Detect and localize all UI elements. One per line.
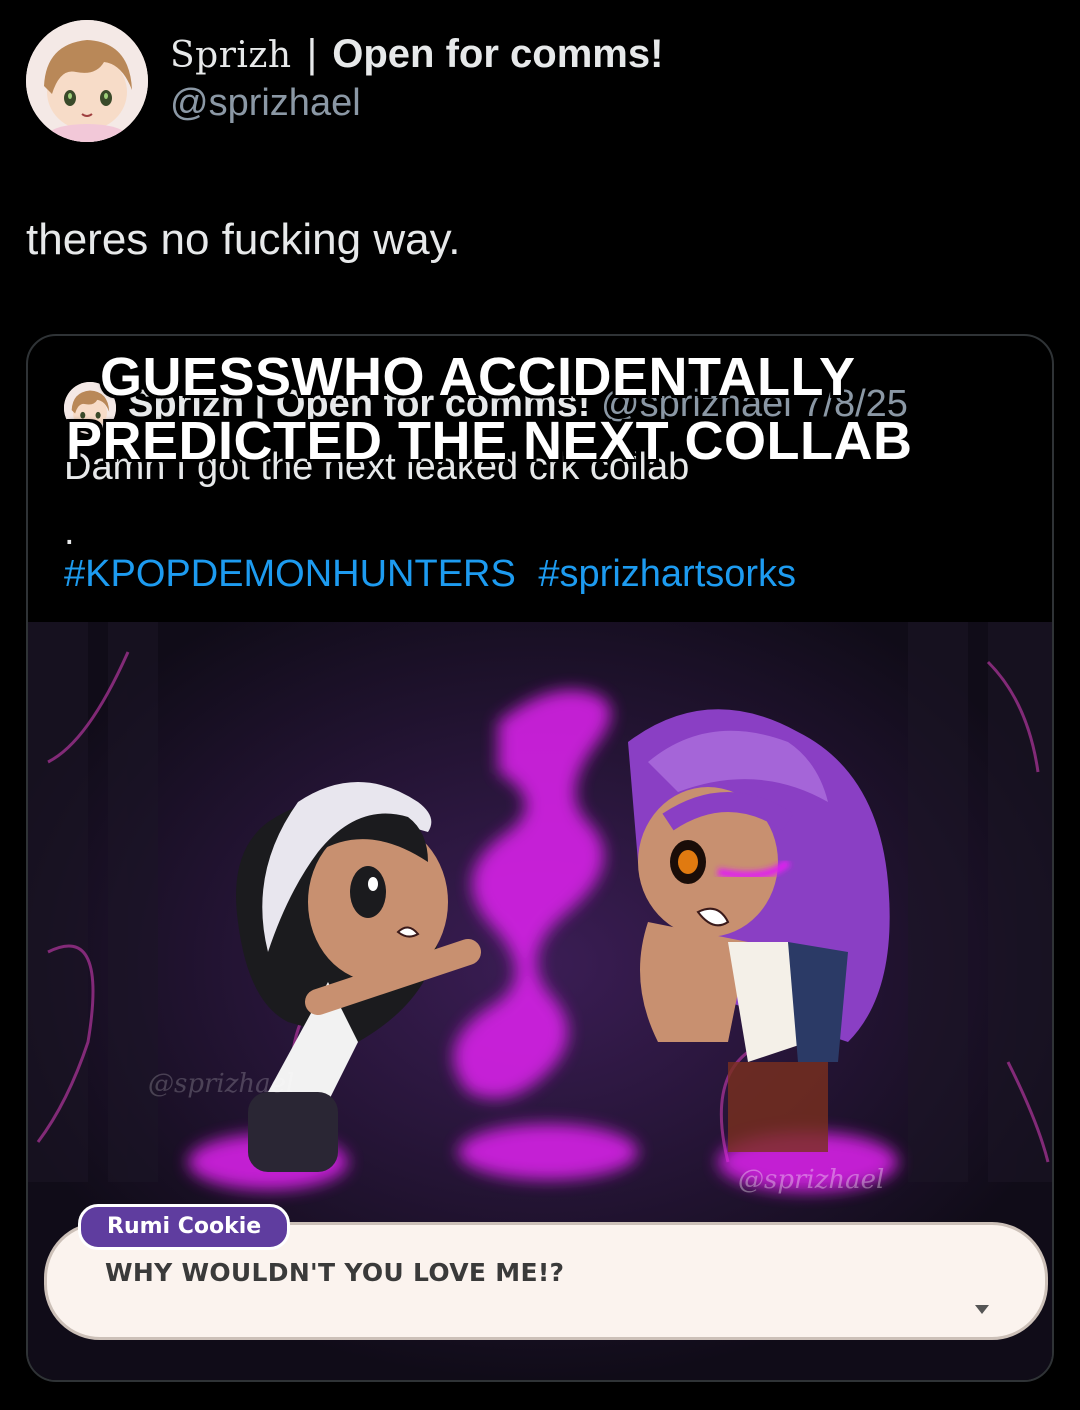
tweet-text: theres no fucking way. [26, 215, 461, 264]
quoted-artwork[interactable]: @sprizhael @sprizhael WHY WOULDN'T YOU L… [28, 622, 1052, 1380]
avatar-illustration [26, 20, 148, 142]
author-name-bold: Open for comms! [332, 32, 664, 76]
quoted-tweet-card[interactable]: Sprizh | Open for comms! @sprizhael 7/8/… [26, 334, 1054, 1382]
author-name-separator: | [306, 32, 318, 76]
dialogue-text: WHY WOULDN'T YOU LOVE ME!? [105, 1258, 565, 1287]
watermark-left: @sprizhael [148, 1069, 294, 1099]
overlay-caption-line2: PREDICTED THE NEXT COLLAB [66, 411, 913, 471]
author-name-styled: Sprizh [170, 35, 292, 76]
watermark-right: @sprizhael [738, 1165, 884, 1195]
overlay-caption-line1: GUESSWHO ACCIDENTALLY [100, 347, 856, 407]
quoted-hashtags: #KPOPDEMONHUNTERS #sprizhartsorks [64, 550, 808, 598]
author-avatar[interactable] [26, 20, 148, 142]
dialogue-next-arrow-icon [975, 1305, 989, 1314]
hashtag-link[interactable]: #sprizhartsorks [538, 553, 796, 595]
quoted-dot: . [64, 511, 75, 553]
author-name[interactable]: Sprizh | Open for comms! [170, 30, 663, 80]
hashtag-link[interactable]: #KPOPDEMONHUNTERS [64, 553, 516, 595]
dialogue-speaker-tag: Rumi Cookie [78, 1204, 291, 1250]
author-handle[interactable]: @sprizhael [170, 80, 361, 126]
